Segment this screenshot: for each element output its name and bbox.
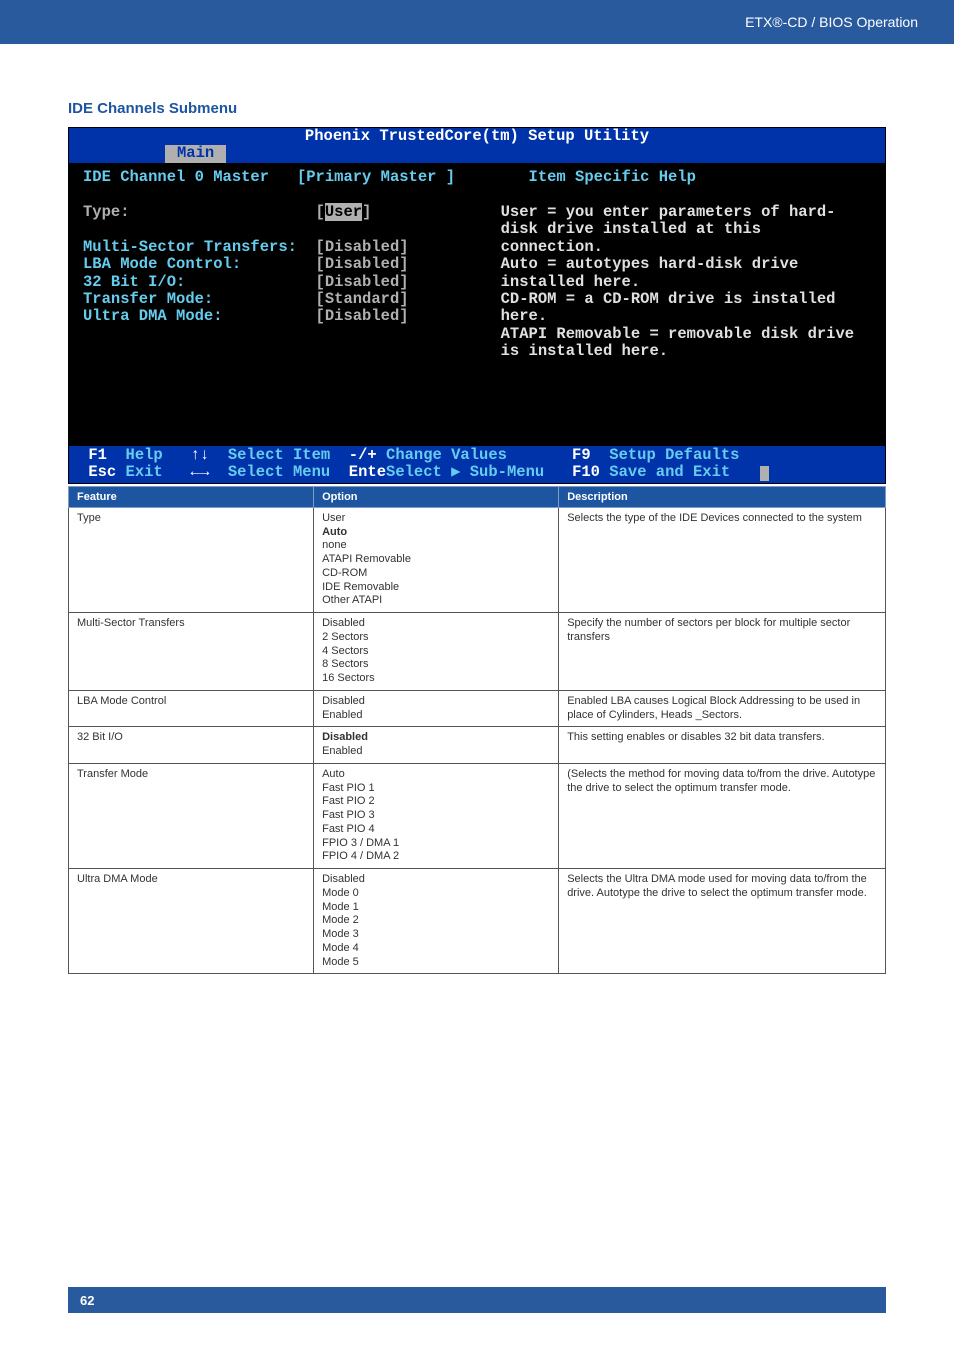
bios-submenu-header: IDE Channel 0 Master [Primary Master ] I… [69,163,885,196]
table-row: LBA Mode ControlDisabledEnabledEnabled L… [69,690,886,727]
col-description: Description [559,486,886,507]
feature-table: Feature Option Description TypeUserAuton… [68,486,886,975]
section-title: IDE Channels Submenu [68,100,886,117]
cell-feature: Ultra DMA Mode [69,869,314,974]
cell-description: Selects the Ultra DMA mode used for movi… [559,869,886,974]
page-number: 62 [80,1293,94,1308]
bios-utility-title: Phoenix TrustedCore(tm) Setup Utility [69,128,885,145]
table-row: TypeUserAutononeATAPI RemovableCD-ROMIDE… [69,507,886,612]
cell-option: UserAutononeATAPI RemovableCD-ROMIDE Rem… [314,507,559,612]
bios-tab-main[interactable]: Main [165,145,226,162]
bios-help-text: User = you enter parameters of hard-disk… [501,204,871,428]
header-product: ETX®-CD / BIOS Operation [745,14,918,30]
cell-description: Enabled LBA causes Logical Block Address… [559,690,886,727]
cell-description: (Selects the method for moving data to/f… [559,763,886,868]
cell-option: AutoFast PIO 1Fast PIO 2Fast PIO 3Fast P… [314,763,559,868]
cell-feature: Multi-Sector Transfers [69,613,314,691]
table-row: Transfer ModeAutoFast PIO 1Fast PIO 2Fas… [69,763,886,868]
bios-channel-label: IDE Channel 0 Master [83,168,269,186]
bios-help-title: Item Specific Help [529,168,696,186]
col-feature: Feature [69,486,314,507]
cell-option: DisabledEnabled [314,727,559,764]
cell-description: This setting enables or disables 32 bit … [559,727,886,764]
document-header: ETX®-CD / BIOS Operation [0,0,954,44]
page-footer: 62 [68,1287,886,1313]
cell-option: Disabled2 Sectors4 Sectors8 Sectors16 Se… [314,613,559,691]
cell-description: Selects the type of the IDE Devices conn… [559,507,886,612]
bios-screenshot: Phoenix TrustedCore(tm) Setup Utility Ma… [68,127,886,484]
bios-menu-bar: Main [69,145,885,162]
cell-feature: Type [69,507,314,612]
bios-fields: Type: [User]Multi-Sector Transfers: [Dis… [83,204,501,428]
cell-option: DisabledEnabled [314,690,559,727]
table-row: Ultra DMA ModeDisabledMode 0Mode 1Mode 2… [69,869,886,974]
cell-description: Specify the number of sectors per block … [559,613,886,691]
cell-feature: LBA Mode Control [69,690,314,727]
cell-option: DisabledMode 0Mode 1Mode 2Mode 3Mode 4Mo… [314,869,559,974]
cell-feature: Transfer Mode [69,763,314,868]
bios-channel-value: [Primary Master ] [297,168,455,186]
cell-feature: 32 Bit I/O [69,727,314,764]
col-option: Option [314,486,559,507]
table-row: 32 Bit I/ODisabledEnabledThis setting en… [69,727,886,764]
table-row: Multi-Sector TransfersDisabled2 Sectors4… [69,613,886,691]
bios-key-legend: F1 Help ↑↓ Select Item -/+ Change Values… [69,446,885,483]
